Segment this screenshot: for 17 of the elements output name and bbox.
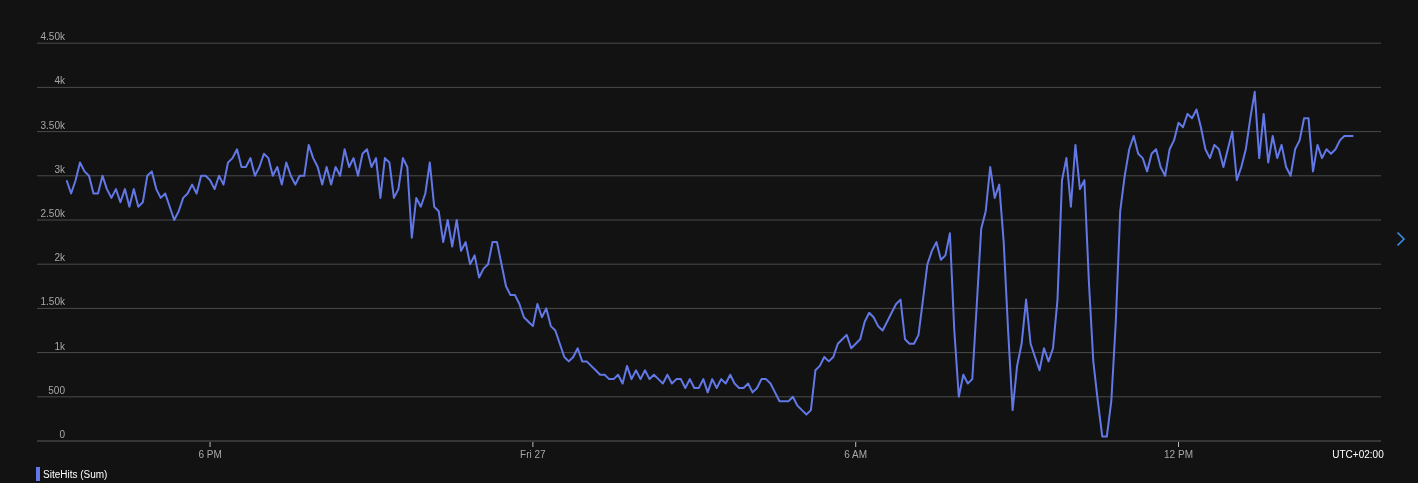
legend-label: SiteHits (Sum) [43, 468, 108, 480]
axis-label: 500 [48, 384, 65, 396]
axis-label: 2.50k [40, 208, 65, 219]
axis-label: 2k [54, 252, 65, 264]
axis-label: 6 AM [844, 449, 868, 460]
axis-label: 3k [54, 163, 65, 175]
axis-label: 3.50k [40, 119, 65, 131]
chevron-right-icon[interactable] [1396, 231, 1406, 247]
axis-label: 6 PM [198, 449, 222, 460]
axis-label: 4k [54, 75, 65, 87]
axis-label: 12 PM [1164, 449, 1193, 460]
timezone-label: UTC+02:00 [1332, 449, 1384, 460]
axis-label: Fri 27 [520, 449, 546, 460]
axis-label: 4.50k [40, 31, 65, 43]
axis-label: 1.50k [40, 296, 65, 308]
axis-label: 1k [54, 340, 65, 352]
axis-label: 0 [59, 429, 65, 440]
